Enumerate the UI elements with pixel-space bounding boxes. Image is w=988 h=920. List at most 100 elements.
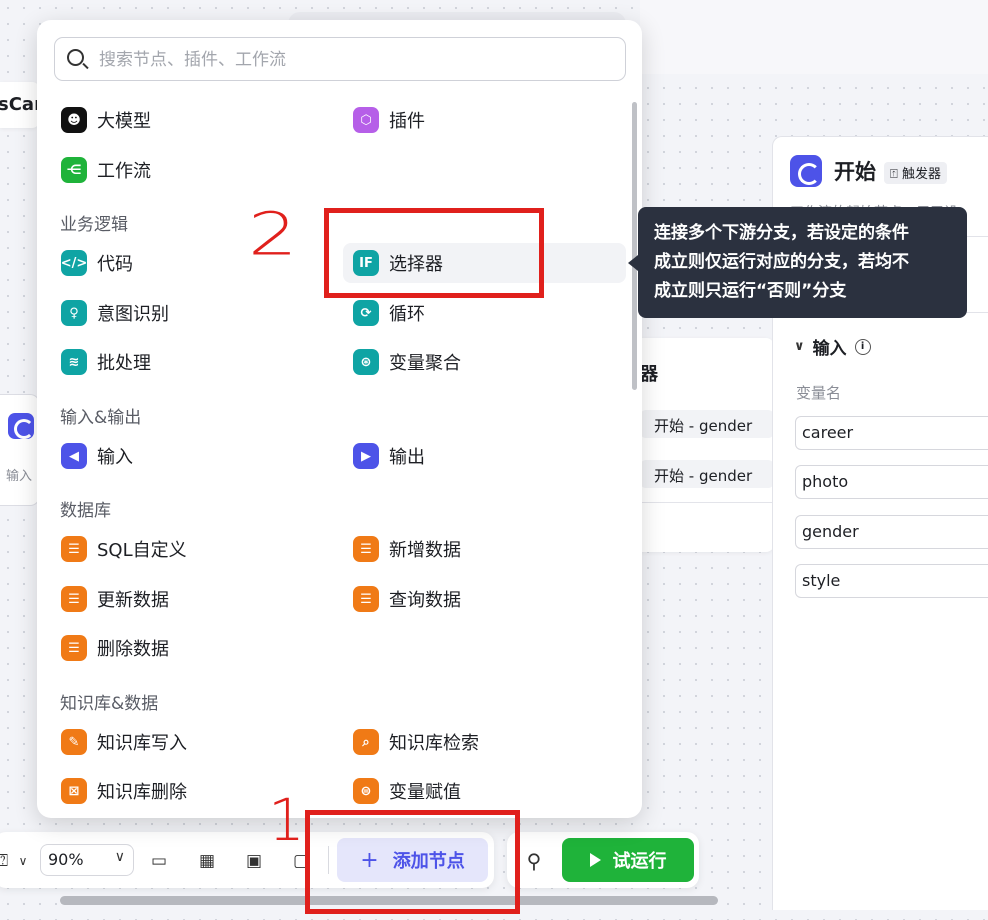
trigger-badge-label: 触发器	[901, 167, 941, 182]
variable-name-label: 变量名	[796, 384, 842, 402]
chevron-down-icon: ∨	[114, 849, 125, 865]
section-title-logic: 业务逻辑	[60, 215, 128, 235]
image-icon[interactable]: ▣	[243, 850, 265, 872]
condition-row[interactable]: 开始 - gender	[640, 410, 774, 438]
variable-assign-icon: ⊜	[353, 778, 379, 804]
db-add-icon: ☰	[353, 536, 379, 562]
node-item-label: 新增数据	[389, 540, 461, 561]
selector-tooltip: 连接多个下游分支，若设定的条件 成立则仅运行对应的分支，若均不 成立则只运行“否…	[628, 207, 967, 318]
section-title-io: 输入&输出	[60, 408, 142, 428]
play-icon	[589, 853, 601, 867]
start-node-icon	[790, 155, 822, 187]
batch-icon: ≋	[61, 349, 87, 375]
code-icon: </>	[61, 250, 87, 276]
trigger-badge[interactable]: ⍐ 触发器	[884, 162, 947, 184]
zoom-select[interactable]: 90% ∨	[40, 844, 134, 876]
node-item-label: SQL自定义	[97, 540, 187, 561]
db-query-icon: ☰	[353, 586, 379, 612]
variable-name-field[interactable]: photo	[795, 465, 988, 499]
node-item-label: 知识库检索	[389, 733, 479, 754]
sql-icon: ☰	[61, 536, 87, 562]
node-item-label: 知识库删除	[97, 782, 187, 803]
tooltip-line: 成立则仅运行对应的分支，若均不	[654, 252, 909, 272]
node-item-label: 查询数据	[389, 590, 461, 611]
canvas-top-strip	[640, 0, 988, 74]
variable-name-field[interactable]: career	[795, 416, 988, 450]
chevron-down-icon[interactable]: ∨	[12, 850, 34, 872]
node-item-label: 变量聚合	[389, 353, 461, 374]
layout-grid-icon[interactable]: ▦	[196, 850, 218, 872]
variable-merge-icon: ⊛	[353, 349, 379, 375]
test-run-label: 试运行	[612, 851, 667, 872]
node-item-label: 插件	[389, 111, 425, 132]
input-icon: ◀	[61, 443, 87, 469]
chevron-down-icon: ∨	[794, 339, 805, 354]
tooltip-line: 连接多个下游分支，若设定的条件	[654, 223, 909, 243]
variable-name-field[interactable]: style	[795, 564, 988, 598]
section-title-knowledge: 知识库&数据	[60, 694, 159, 714]
plugin-icon: ⬡	[353, 107, 379, 133]
left-partial-card[interactable]: sCar	[0, 82, 43, 128]
popup-scrollbar[interactable]	[632, 102, 637, 390]
search-icon	[67, 49, 84, 66]
search-input[interactable]	[99, 48, 599, 72]
annotation-step-one: 1	[268, 786, 305, 854]
node-item-label: 循环	[389, 304, 425, 325]
node-item-label: 工作流	[97, 161, 151, 182]
node-item-output[interactable]: ▶ 输出	[343, 436, 619, 476]
node-item-kb-write[interactable]: ✎ 知识库写入	[51, 722, 327, 762]
comment-icon[interactable]: ▭	[148, 850, 170, 872]
annotation-box-selector	[324, 208, 544, 298]
loop-icon: ⟳	[353, 300, 379, 326]
condition-row[interactable]: 开始 - gender	[640, 460, 774, 488]
left-partial-node[interactable]: 输入	[0, 394, 40, 506]
node-item-db-delete[interactable]: ☰ 删除数据	[51, 628, 327, 668]
workflow-icon: ⋲	[61, 157, 87, 183]
node-item-label: 意图识别	[97, 304, 169, 325]
node-item-label: 批处理	[97, 353, 151, 374]
divider	[640, 502, 774, 503]
annotation-step-two: 2	[248, 201, 298, 269]
node-item-intent[interactable]: ♀ 意图识别	[51, 293, 327, 333]
node-item-input[interactable]: ◀ 输入	[51, 436, 327, 476]
node-item-kb-search[interactable]: ⌕ 知识库检索	[343, 722, 619, 762]
node-item-batch[interactable]: ≋ 批处理	[51, 342, 327, 382]
test-run-button[interactable]: 试运行	[562, 838, 694, 882]
input-section-header[interactable]: ∨ 输入 i	[794, 334, 871, 359]
search-box[interactable]	[54, 37, 626, 81]
node-item-label: 输出	[389, 447, 425, 468]
node-item-sql[interactable]: ☰ SQL自定义	[51, 529, 327, 569]
node-item-db-add[interactable]: ☰ 新增数据	[343, 529, 619, 569]
node-item-variable-assign[interactable]: ⊜ 变量赋值	[343, 771, 619, 811]
section-title-database: 数据库	[60, 501, 111, 521]
node-item-plugin[interactable]: ⬡ 插件	[343, 100, 619, 140]
info-icon[interactable]: i	[854, 338, 871, 355]
db-update-icon: ☰	[61, 586, 87, 612]
node-item-label: 代码	[97, 254, 133, 275]
node-item-llm[interactable]: ☻ 大模型	[51, 100, 327, 140]
kb-write-icon: ✎	[61, 729, 87, 755]
node-item-db-query[interactable]: ☰ 查询数据	[343, 579, 619, 619]
annotation-box-add-node	[305, 810, 520, 914]
input-section-title: 输入	[812, 339, 847, 359]
kb-delete-icon: ⊠	[61, 778, 87, 804]
node-item-db-update[interactable]: ☰ 更新数据	[51, 579, 327, 619]
output-icon: ▶	[353, 443, 379, 469]
node-item-loop[interactable]: ⟳ 循环	[343, 293, 619, 333]
node-item-label: 输入	[97, 447, 133, 468]
node-item-workflow[interactable]: ⋲ 工作流	[51, 150, 327, 190]
db-delete-icon: ☰	[61, 635, 87, 661]
selector-node-title: 器	[640, 364, 658, 385]
node-item-label: 删除数据	[97, 639, 169, 660]
start-node-icon	[8, 413, 34, 439]
left-node-text: 输入	[6, 469, 33, 484]
node-item-label: 更新数据	[97, 590, 169, 611]
panel-title: 开始	[834, 160, 876, 184]
variable-name-field[interactable]: gender	[795, 515, 988, 549]
node-item-label: 大模型	[97, 111, 151, 132]
llm-icon: ☻	[61, 107, 87, 133]
intent-icon: ♀	[61, 300, 87, 326]
wrench-icon[interactable]: ⚲	[523, 849, 545, 873]
node-item-variable-merge[interactable]: ⊛ 变量聚合	[343, 342, 619, 382]
tooltip-line: 成立则只运行“否则”分支	[654, 281, 847, 301]
